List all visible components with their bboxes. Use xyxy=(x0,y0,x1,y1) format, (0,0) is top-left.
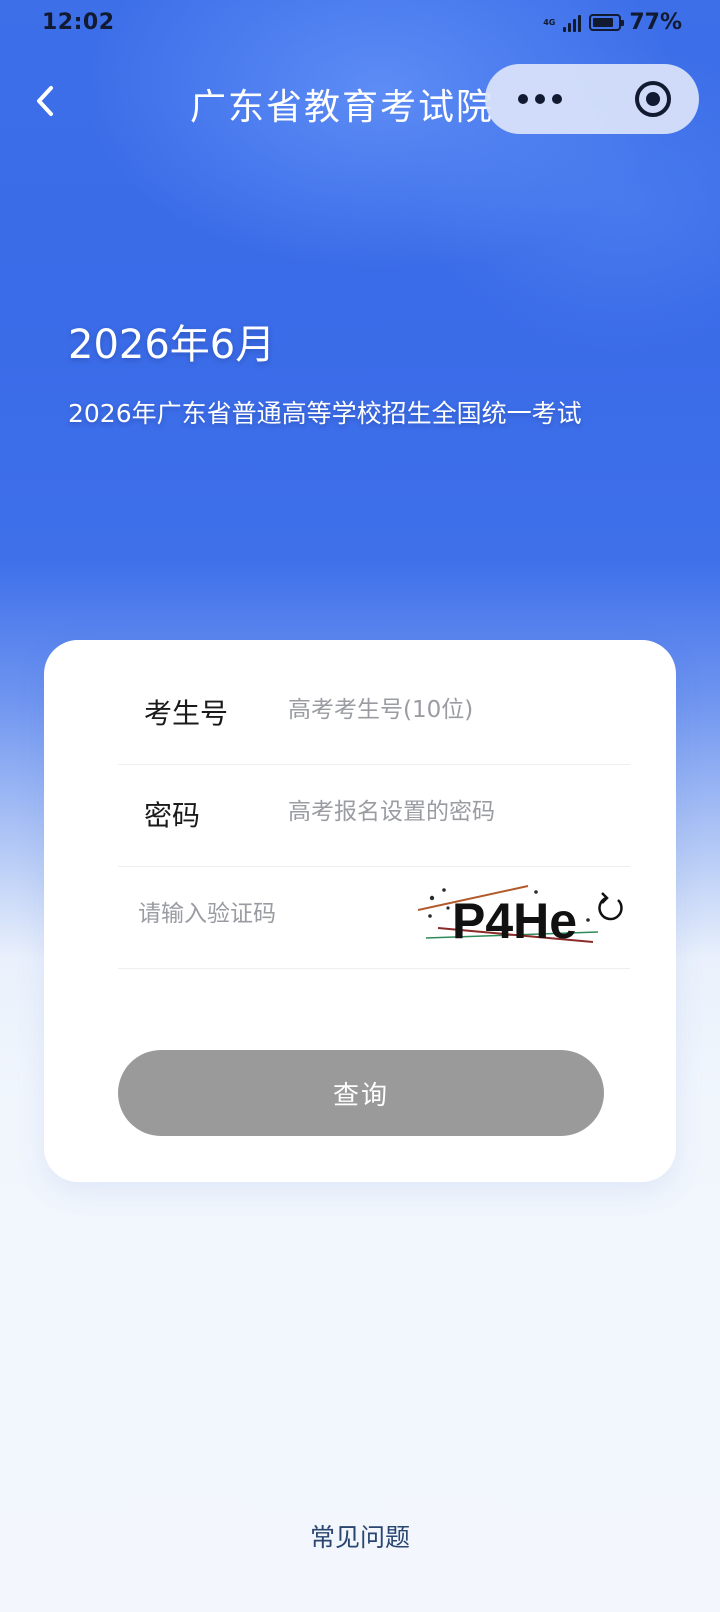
exam-date: 2026年6月 xyxy=(68,322,276,368)
chevron-left-icon xyxy=(37,86,53,116)
login-form-card: 考生号 密码 P4He xyxy=(44,640,676,1182)
battery-percent: 77% xyxy=(629,10,682,35)
signal-icon xyxy=(563,14,582,32)
captcha-graphic: P4He xyxy=(418,885,623,949)
password-label: 密码 xyxy=(144,799,201,832)
captcha-image[interactable]: P4He xyxy=(418,880,628,950)
password-row: 密码 xyxy=(118,764,630,867)
candidate-id-row: 考生号 xyxy=(118,662,630,765)
captcha-input[interactable] xyxy=(138,892,378,936)
exam-name: 2026年广东省普通高等学校招生全国统一考试 xyxy=(68,399,582,428)
status-time: 12:02 xyxy=(42,10,115,35)
more-button[interactable] xyxy=(495,72,585,126)
status-bar: 12:02 4G 77% xyxy=(0,0,720,48)
nav-bar: 广东省教育考试院 xyxy=(0,64,720,138)
status-indicators: 4G 77% xyxy=(543,10,682,35)
faq-link[interactable]: 常见问题 xyxy=(0,1518,720,1554)
refresh-icon xyxy=(598,892,623,921)
password-input[interactable] xyxy=(288,790,608,834)
candidate-id-label: 考生号 xyxy=(144,697,229,730)
back-button[interactable] xyxy=(22,78,68,124)
captcha-code: P4He xyxy=(452,893,577,949)
more-dots-icon xyxy=(518,94,528,104)
captcha-row: P4He xyxy=(118,866,630,969)
candidate-id-input[interactable] xyxy=(288,688,608,732)
mini-program-capsule xyxy=(485,64,699,134)
page-title: 广东省教育考试院 xyxy=(190,87,495,128)
network-type: 4G xyxy=(543,18,556,27)
battery-icon xyxy=(589,14,625,31)
close-button[interactable] xyxy=(633,79,673,119)
query-button[interactable]: 查询 xyxy=(118,1050,604,1136)
target-close-icon xyxy=(635,81,671,117)
